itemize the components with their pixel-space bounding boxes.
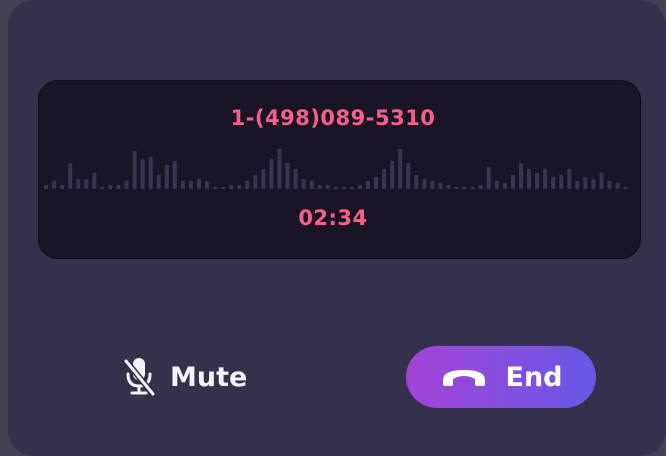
waveform-bar <box>148 157 153 189</box>
waveform-bar <box>623 187 628 189</box>
waveform-bar <box>180 181 185 189</box>
mute-label: Mute <box>170 361 248 393</box>
waveform-bar <box>462 187 467 189</box>
phone-hangup-icon <box>440 366 488 388</box>
waveform-bar <box>84 179 89 189</box>
waveform-bar <box>76 179 81 189</box>
waveform-bar <box>535 173 540 189</box>
waveform-bar <box>68 163 73 189</box>
waveform-bar <box>197 179 201 189</box>
waveform-bar <box>615 183 620 189</box>
waveform-bar <box>607 181 612 189</box>
waveform-bar <box>583 177 588 189</box>
waveform-bar <box>382 169 387 189</box>
waveform-bar <box>591 179 596 189</box>
waveform-bar <box>430 181 435 189</box>
waveform-bar <box>92 173 97 189</box>
waveform-bar <box>575 181 580 189</box>
waveform-bar <box>237 185 242 189</box>
waveform-bar <box>414 175 419 189</box>
audio-waveform <box>44 149 628 189</box>
waveform-bar <box>269 159 274 189</box>
waveform-bar <box>502 183 507 189</box>
waveform-bar <box>341 187 346 189</box>
waveform-bar <box>132 151 137 189</box>
waveform-bar <box>156 175 161 189</box>
waveform-bar <box>366 181 370 189</box>
waveform-bar <box>301 179 306 189</box>
waveform-bar <box>454 187 459 189</box>
microphone-off-icon <box>122 356 156 398</box>
waveform-bar <box>213 187 218 189</box>
phone-number: 1-(498)089-5310 <box>230 106 436 130</box>
waveform-bar <box>325 185 330 189</box>
waveform-bar <box>446 185 451 189</box>
waveform-bar <box>293 169 298 189</box>
waveform-bar <box>390 161 395 189</box>
end-label: End <box>505 361 563 393</box>
waveform-bar <box>100 187 105 189</box>
waveform-bar <box>245 181 250 189</box>
waveform-bar <box>567 169 572 189</box>
waveform-bar <box>422 179 427 189</box>
waveform-bar <box>60 185 65 189</box>
waveform-bar <box>140 159 145 189</box>
waveform-bar <box>221 187 226 189</box>
waveform-bar <box>398 149 403 189</box>
waveform-bar <box>527 169 531 189</box>
waveform-bar <box>519 163 523 189</box>
waveform-bar <box>551 177 556 189</box>
waveform-bar <box>116 185 121 189</box>
waveform-bar <box>285 163 290 189</box>
waveform-bar <box>52 181 57 189</box>
waveform-bar <box>510 175 515 189</box>
waveform-bar <box>494 181 499 189</box>
waveform-bar <box>374 177 379 189</box>
waveform-bar <box>358 185 362 189</box>
waveform-bar <box>188 181 193 189</box>
waveform-bar <box>438 183 443 189</box>
mute-button[interactable]: Mute <box>122 352 262 402</box>
waveform-bar <box>486 167 491 189</box>
waveform-bar <box>309 181 314 189</box>
waveform-bar <box>253 175 258 189</box>
call-timer: 02:34 <box>298 206 368 230</box>
waveform-bar <box>349 187 354 189</box>
end-call-button[interactable]: End <box>406 346 596 408</box>
waveform-bar <box>205 181 209 189</box>
waveform-bar <box>172 161 177 189</box>
waveform-bar <box>261 169 266 189</box>
waveform-bar <box>317 185 322 189</box>
waveform-bar <box>333 187 338 189</box>
waveform-bar <box>470 187 475 189</box>
waveform-bar <box>164 165 169 189</box>
waveform-bar <box>478 185 483 189</box>
waveform-bar <box>108 185 113 189</box>
waveform-bar <box>599 173 604 189</box>
waveform-bar <box>44 185 48 189</box>
waveform-bar <box>124 181 129 189</box>
waveform-bar <box>559 175 564 189</box>
waveform-bar <box>406 163 411 189</box>
waveform-bar <box>277 149 282 189</box>
waveform-bar <box>229 185 234 189</box>
waveform-bar <box>543 169 548 189</box>
